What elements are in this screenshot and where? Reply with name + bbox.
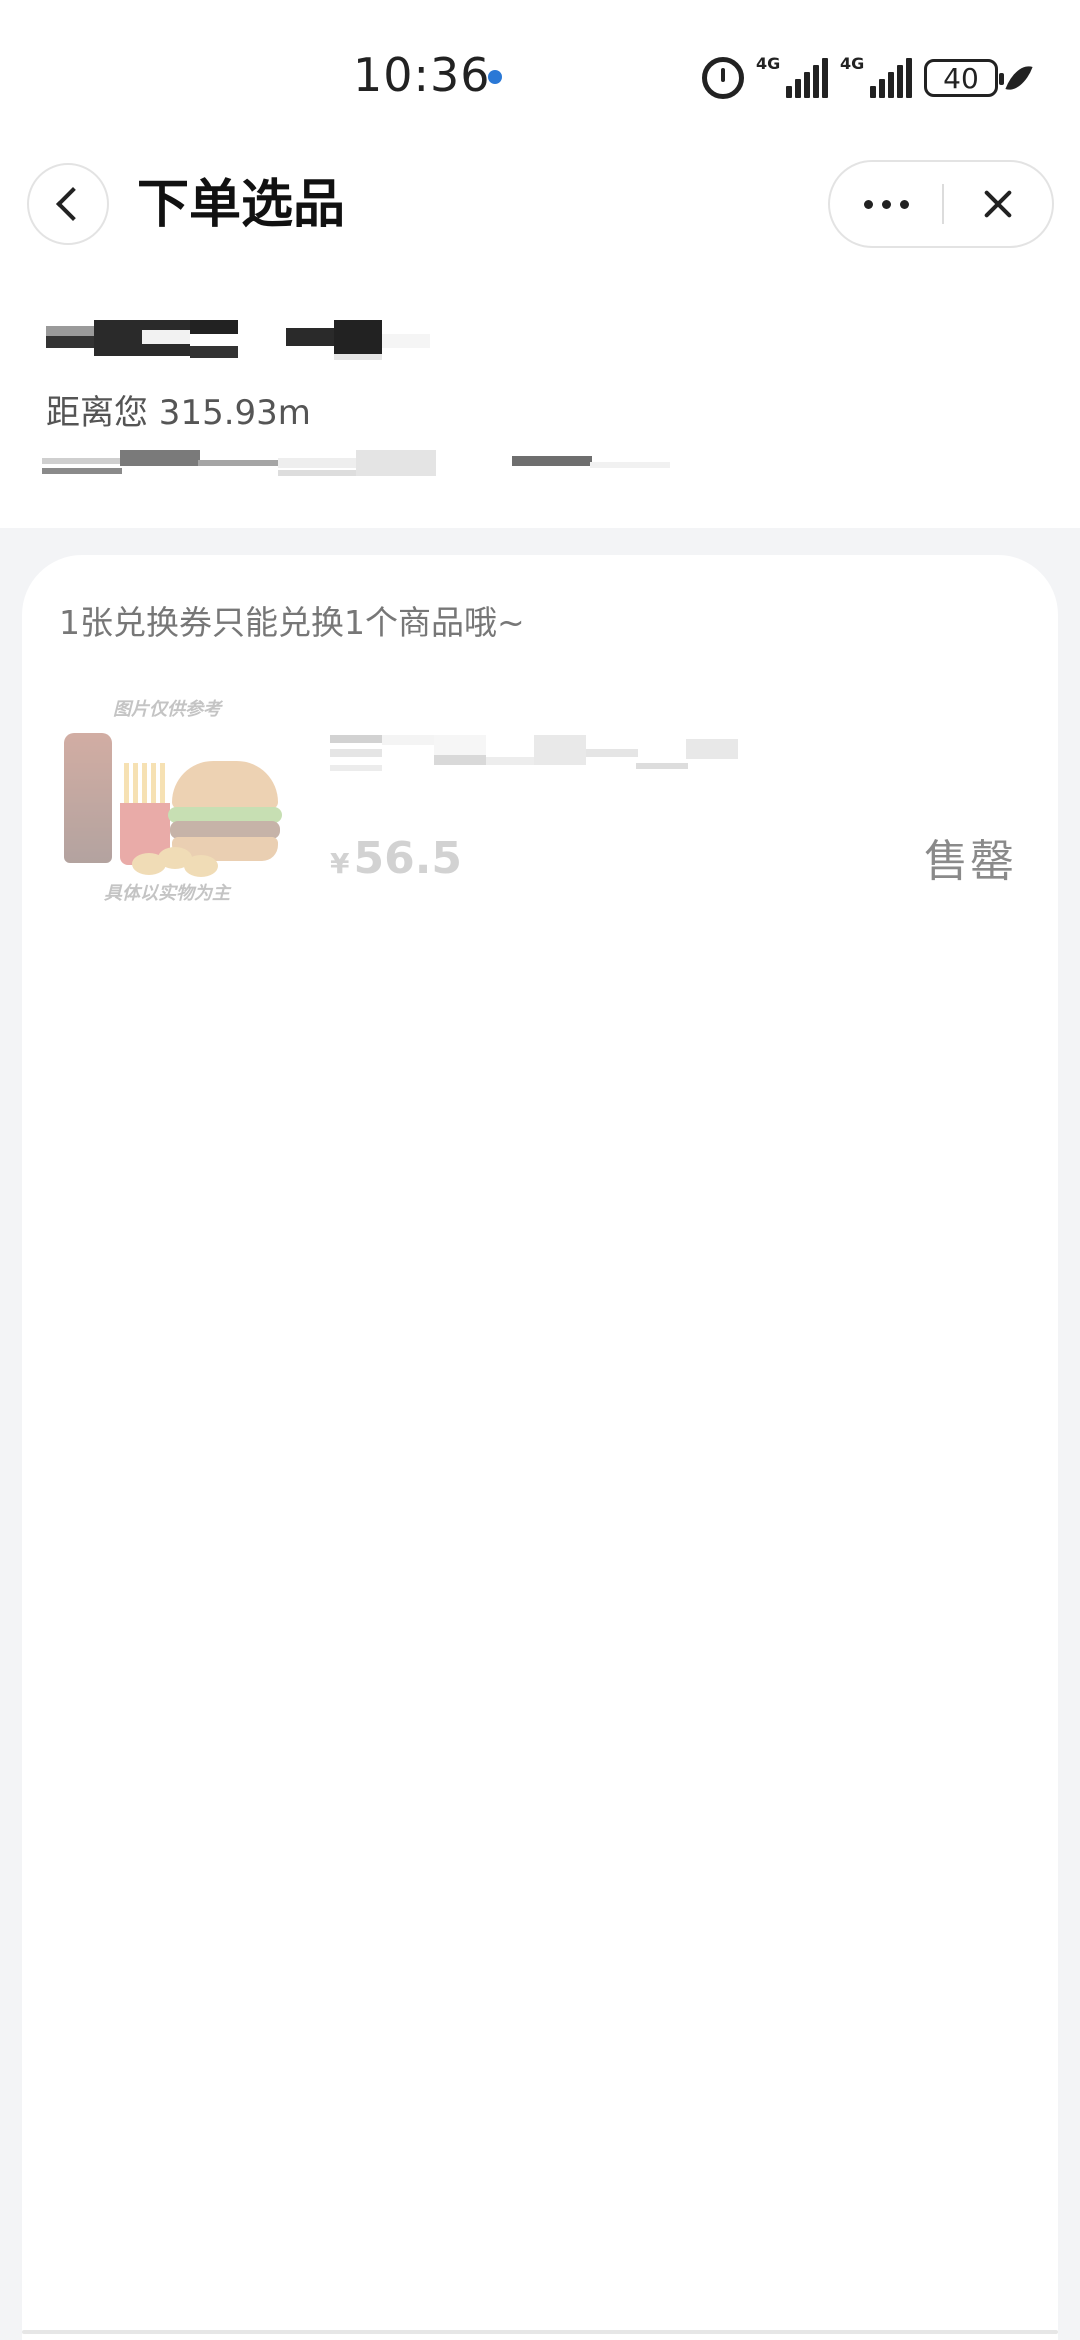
alarm-icon <box>702 57 744 99</box>
product-list-card: 1张兑换券只能兑换1个商品哦~ 图片仅供参考 具体以实物为主 ¥56.5 售罄 <box>22 555 1058 2340</box>
more-options-button[interactable] <box>830 162 942 246</box>
header-bar: 下单选品 <box>0 150 1080 260</box>
battery-icon: 40 <box>924 59 1004 97</box>
burger-bun-top <box>172 761 278 809</box>
image-caption-bottom: 具体以实物为主 <box>104 883 230 904</box>
store-name-redacted <box>46 320 430 360</box>
nuggets <box>132 847 222 879</box>
power-saving-leaf-icon <box>1005 60 1033 96</box>
signal-strength-icon-1: 4G <box>756 54 828 98</box>
status-icons: 4G 4G 40 <box>702 52 1033 104</box>
product-image: 图片仅供参考 具体以实物为主 <box>52 695 282 905</box>
more-dots-icon <box>863 199 873 209</box>
close-button[interactable] <box>944 162 1052 246</box>
sold-out-label: 售罄 <box>924 836 1016 887</box>
signal-strength-icon-2: 4G <box>840 54 912 98</box>
battery-level: 40 <box>943 61 979 95</box>
status-time: 10:36 <box>353 48 491 102</box>
image-caption-top: 图片仅供参考 <box>113 699 221 720</box>
back-button[interactable] <box>27 163 109 245</box>
store-distance: 距离您 315.93m <box>46 393 311 433</box>
cola-cup <box>64 733 112 863</box>
product-price: ¥56.5 <box>330 833 462 884</box>
notification-dot-icon <box>488 70 502 84</box>
page-title: 下单选品 <box>137 175 346 235</box>
product-item[interactable]: 图片仅供参考 具体以实物为主 ¥56.5 <box>52 695 1042 915</box>
currency-symbol: ¥ <box>330 847 350 880</box>
voucher-notice: 1张兑换券只能兑换1个商品哦~ <box>59 603 525 642</box>
store-info: 距离您 315.93m <box>0 260 1080 528</box>
network-type-label-2: 4G <box>840 54 865 73</box>
store-address-redacted <box>42 450 672 480</box>
status-bar: 10:36 4G 4G 40 <box>0 0 1080 150</box>
product-name-redacted <box>330 735 740 785</box>
fries <box>124 763 168 807</box>
network-type-label-1: 4G <box>756 54 781 73</box>
chevron-left-icon <box>56 187 90 221</box>
mini-program-capsule <box>828 160 1054 248</box>
bottom-divider <box>22 2330 1058 2334</box>
price-amount: 56.5 <box>353 833 463 884</box>
